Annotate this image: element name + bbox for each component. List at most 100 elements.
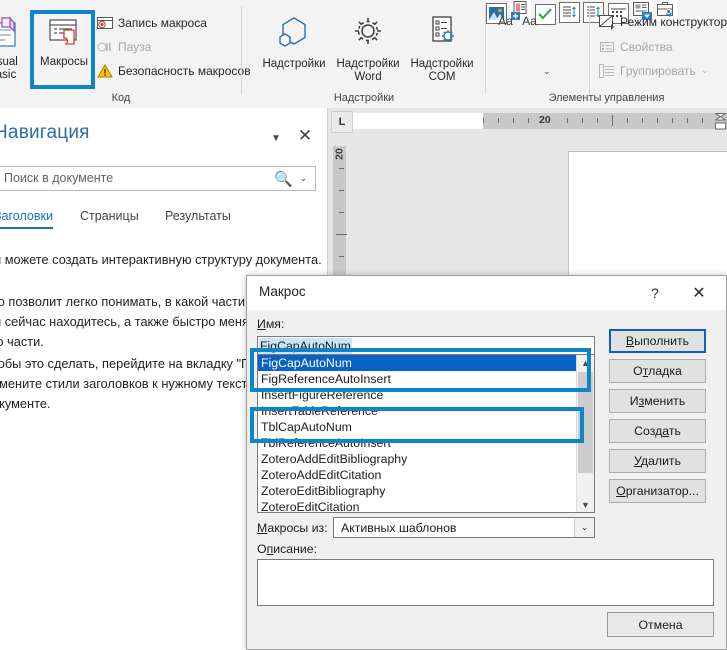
dialog-close-icon[interactable]: ✕: [686, 282, 712, 304]
scroll-down-arrow-icon[interactable]: ▼: [577, 497, 594, 512]
dialog-title-bar: Макрос ? ✕: [247, 276, 726, 310]
nav-tab-active-underline: [0, 226, 53, 229]
macro-list-item[interactable]: FigReferenceAutoInsert: [258, 371, 577, 387]
pause-macro-button: Пауза: [96, 38, 151, 55]
macro-list-item[interactable]: InsertTableReference: [258, 403, 577, 419]
addins-word-label-line1: Надстройки: [336, 58, 400, 70]
cancel-button-label: Отмена: [638, 617, 683, 632]
addins-com-button[interactable]: Надстройки COM: [404, 14, 480, 84]
macro-list-item[interactable]: TblCapAutoNum: [258, 419, 577, 435]
record-macro-button[interactable]: Запись макроса: [96, 14, 207, 31]
pause-macro-label: Пауза: [118, 39, 152, 54]
description-label: Описание:: [257, 542, 318, 556]
horizontal-ruler[interactable]: 20: [353, 113, 727, 130]
pause-icon: [96, 38, 113, 55]
plain-text-content-control-icon[interactable]: Aa: [519, 10, 540, 31]
macro-list-item[interactable]: FigCapAutoNum: [258, 355, 577, 371]
group-label: Группировать: [620, 63, 696, 78]
dialog-help-icon[interactable]: ?: [642, 282, 668, 304]
macro-name-input[interactable]: FigCapAutoNum: [257, 336, 595, 355]
macro-list-item[interactable]: ZoteroEditCitation: [258, 499, 577, 512]
group-button: Группировать ⌄: [598, 62, 708, 79]
macro-list-item[interactable]: ZoteroEditBibliography: [258, 483, 577, 499]
macros-from-label-rest: акросы из:: [267, 521, 328, 535]
organizer-button-label-rest: рганизатор...: [625, 484, 699, 498]
vertical-ruler-number: 20: [333, 148, 346, 160]
navigation-search-input[interactable]: Поиск в документе 🔍 ⌄: [0, 166, 316, 191]
macros-button[interactable]: Макросы: [36, 16, 92, 69]
description-textarea[interactable]: [257, 559, 714, 606]
horizontal-ruler-number: 20: [539, 114, 551, 126]
design-mode-icon: [598, 13, 615, 30]
macro-list[interactable]: FigCapAutoNum FigReferenceAutoInsert Ins…: [257, 354, 595, 513]
macro-list-item[interactable]: TblReferenceAutoInsert: [258, 435, 577, 451]
record-macro-label: Запись макроса: [118, 15, 207, 30]
macro-list-item[interactable]: ZoteroAddEditBibliography: [258, 451, 577, 467]
description-label-rest: исание:: [273, 542, 318, 556]
addins-com-label-line2: COM: [428, 71, 456, 83]
search-icon[interactable]: 🔍: [274, 170, 293, 188]
design-mode-button[interactable]: Режим конструктора: [598, 13, 727, 30]
properties-icon: [598, 38, 615, 55]
ribbon-group-addins: Надстройки Надстройки Word Надстройки CO…: [242, 0, 486, 108]
visual-basic-icon: [0, 16, 34, 54]
run-button[interactable]: Выполнить: [609, 329, 706, 353]
group-chevron-down-icon: ⌄: [700, 65, 709, 75]
ribbon-group-label-controls: Элементы управления: [548, 92, 665, 104]
macros-icon: [36, 16, 92, 54]
chevron-down-icon[interactable]: ⌄: [574, 518, 594, 537]
nav-tab-pages[interactable]: Страницы: [80, 209, 139, 223]
nav-tab-pages-label: Страницы: [80, 209, 139, 223]
macros-from-select[interactable]: Активных шаблонов ⌄: [333, 517, 595, 538]
macros-label: Макросы: [40, 56, 88, 68]
ribbon-group-code: isual asic Макросы: [0, 0, 251, 108]
organizer-button[interactable]: Организатор...: [609, 479, 706, 503]
navigation-close-icon[interactable]: ✕: [295, 126, 315, 146]
navigation-dropdown-icon[interactable]: ▼: [268, 130, 284, 146]
group-icon: [598, 62, 615, 79]
ribbon-group-label-code: Код: [111, 92, 131, 104]
macro-security-button[interactable]: Безопасность макросов: [96, 62, 251, 79]
delete-button[interactable]: Удалить: [609, 449, 706, 473]
macro-list-scrollbar[interactable]: ▲ ▼: [576, 355, 594, 512]
create-button-label-pre: Созд: [634, 424, 663, 438]
nav-tab-results[interactable]: Результаты: [165, 209, 231, 223]
edit-button-label-rest: менить: [644, 394, 686, 408]
document-line-3: ы сейчас находитесь, а также быстро меня…: [0, 314, 262, 329]
create-button[interactable]: Создать: [609, 419, 706, 443]
record-macro-icon: [96, 14, 113, 31]
addins-word-button[interactable]: Надстройки Word: [330, 14, 406, 84]
com-addins-icon: [404, 14, 480, 56]
debug-button[interactable]: Отладка: [609, 359, 706, 383]
dialog-title: Макрос: [259, 284, 306, 299]
visual-basic-button[interactable]: isual asic: [0, 16, 34, 82]
addins-button[interactable]: Надстройки: [256, 14, 332, 71]
combo-box-content-control-icon[interactable]: [559, 2, 581, 23]
addins-hexagon-icon: [256, 14, 332, 56]
macro-name-label-rest: мя:: [265, 317, 285, 331]
debug-button-label-rest: ладка: [648, 364, 682, 378]
edit-button[interactable]: Изменить: [609, 389, 706, 413]
rich-text-content-control-icon[interactable]: Aa: [495, 10, 516, 31]
macro-list-item[interactable]: ZoteroAddEditCitation: [258, 467, 577, 483]
ribbon-group-label-addins: Надстройки: [333, 92, 395, 104]
properties-label: Свойства: [620, 39, 673, 54]
tab-stop-selector[interactable]: L: [331, 111, 353, 133]
search-options-chevron-icon[interactable]: ⌄: [299, 173, 307, 184]
addins-label: Надстройки: [262, 58, 326, 70]
addins-com-label-line1: Надстройки: [410, 58, 474, 70]
macro-dialog: Макрос ? ✕ Имя: FigCapAutoNum FigCapAuto…: [246, 275, 727, 650]
properties-button: Свойства: [598, 38, 673, 55]
gear-icon: [330, 14, 406, 56]
indent-marker-icon[interactable]: [713, 113, 727, 134]
scroll-up-arrow-icon[interactable]: ▲: [577, 355, 594, 370]
visual-basic-label-line2: asic: [0, 69, 17, 81]
nav-tab-headings-label: Заголовки: [0, 209, 53, 223]
document-line-1: ы можете создать интерактивную структуру…: [0, 252, 322, 267]
nav-tab-headings[interactable]: Заголовки: [0, 209, 53, 229]
macro-list-item[interactable]: InsertFigureReference: [258, 387, 577, 403]
scrollbar-thumb[interactable]: [578, 372, 593, 473]
controls-chevron-down-icon[interactable]: ⌄: [543, 66, 551, 77]
cancel-button[interactable]: Отмена: [607, 612, 714, 637]
search-placeholder: Поиск в документе: [4, 171, 114, 185]
